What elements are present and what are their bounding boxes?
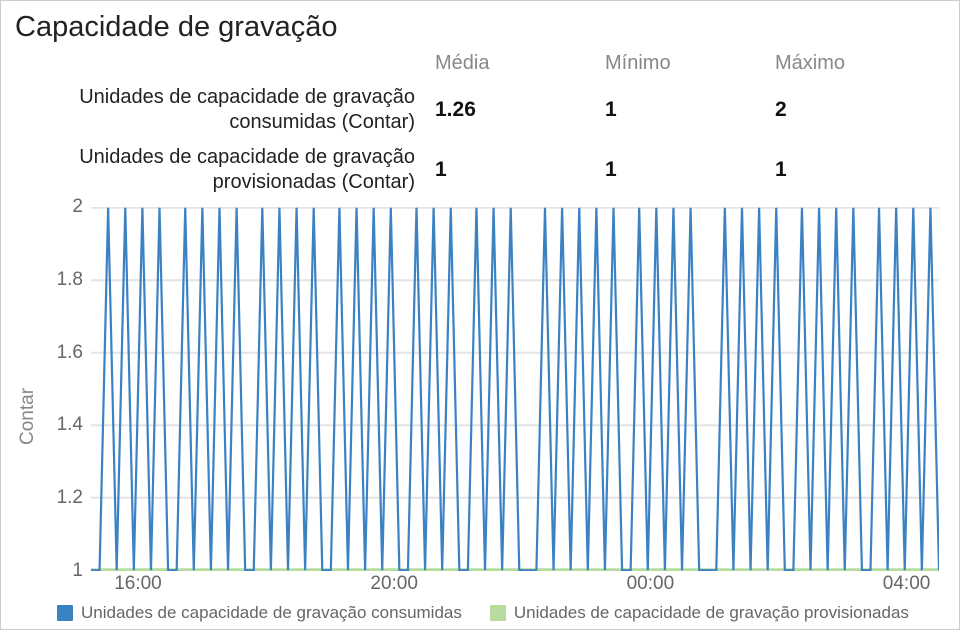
y-tick-label: 1.2 [57, 487, 83, 509]
legend-item: Unidades de capacidade de gravação provi… [490, 603, 909, 623]
plot: 11.21.41.61.82 [41, 207, 945, 571]
stats-row-label: Unidades de capacidade de gravação provi… [35, 145, 435, 195]
stats-row-label: Unidades de capacidade de gravação consu… [35, 85, 435, 135]
stats-value: 1 [605, 85, 775, 135]
stats-header-media: Média [435, 52, 605, 75]
line-chart-svg [91, 207, 939, 571]
legend-label: Unidades de capacidade de gravação provi… [514, 603, 909, 623]
chart-title: Capacidade de gravação [15, 11, 945, 44]
chart-area: Contar 11.21.41.61.82 16:0020:0000:0004:… [15, 207, 945, 625]
y-tick-label: 1 [72, 560, 83, 582]
y-axis-label: Contar [15, 207, 41, 625]
legend-swatch [57, 605, 73, 621]
y-tick-label: 2 [72, 196, 83, 218]
stats-value: 1 [605, 145, 775, 195]
legend-item: Unidades de capacidade de gravação consu… [57, 603, 462, 623]
stats-header-maximo: Máximo [775, 52, 945, 75]
stats-value: 1 [775, 145, 945, 195]
legend-label: Unidades de capacidade de gravação consu… [81, 603, 462, 623]
x-tick-label: 04:00 [883, 573, 931, 595]
y-tick-label: 1.6 [57, 342, 83, 364]
y-tick-label: 1.8 [57, 269, 83, 291]
y-tick-label: 1.4 [57, 414, 83, 436]
x-tick-label: 16:00 [114, 573, 162, 595]
x-axis: 16:00 20:00 00:00 04:00 [91, 571, 945, 601]
x-tick-label: 20:00 [370, 573, 418, 595]
stats-value: 1.26 [435, 85, 605, 135]
stats-value: 2 [775, 85, 945, 135]
card: Capacidade de gravação Média Mínimo Máxi… [1, 1, 959, 629]
stats-header-minimo: Mínimo [605, 52, 775, 75]
legend-swatch [490, 605, 506, 621]
x-tick-label: 00:00 [627, 573, 675, 595]
stats-table: Média Mínimo Máximo Unidades de capacida… [35, 52, 945, 195]
legend: Unidades de capacidade de gravação consu… [41, 601, 945, 625]
stats-value: 1 [435, 145, 605, 195]
